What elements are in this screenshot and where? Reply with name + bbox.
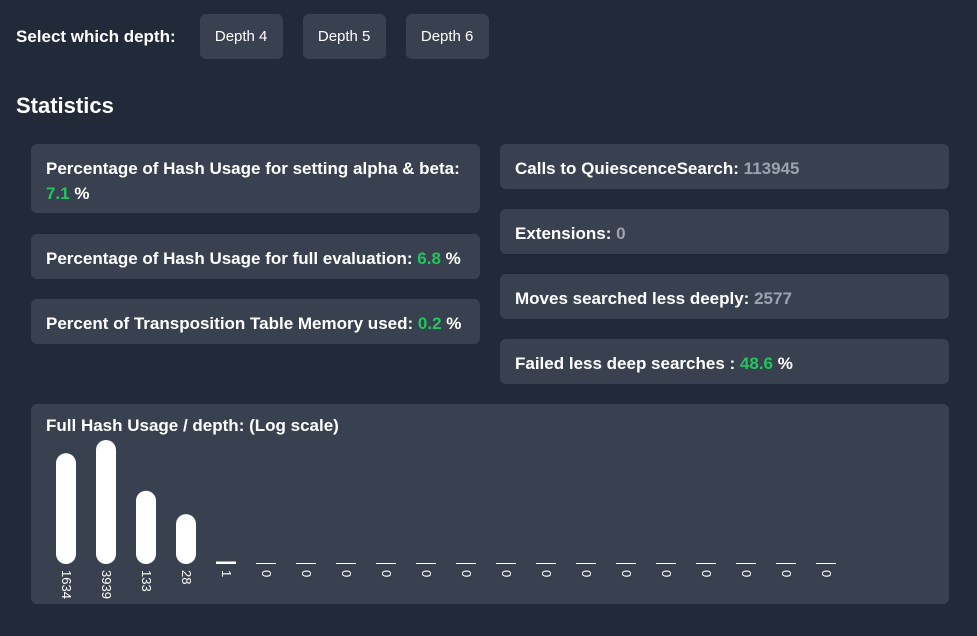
chart-bar-2 (96, 440, 116, 564)
quiescence-calls-value: 113945 (743, 159, 800, 178)
chart-value-label-11: 0 (459, 570, 474, 577)
chart-value-label-2: 3939 (99, 570, 114, 599)
quiescence-calls-label: Calls to QuiescenceSearch: (515, 159, 739, 178)
chart-bar-1 (56, 453, 76, 564)
chart-bar-18 (736, 563, 756, 564)
depth-selector: Select which depth: Depth 4 Depth 5 Dept… (16, 14, 509, 59)
chart-value-label-20: 0 (819, 570, 834, 577)
chart-bar-7 (296, 563, 316, 564)
less-deep-moves-card: Moves searched less deeply: 2577 (500, 274, 949, 319)
failed-less-deep-card: Failed less deep searches : 48.6 % (500, 339, 949, 384)
chart-value-label-15: 0 (619, 570, 634, 577)
depth-4-button[interactable]: Depth 4 (199, 14, 283, 59)
chart-value-label-9: 0 (379, 570, 394, 577)
hash-full-eval-card: Percentage of Hash Usage for full evalua… (31, 234, 480, 279)
chart-value-label-10: 0 (419, 570, 434, 577)
tt-memory-value: 0.2 (417, 314, 442, 333)
chart-value-label-17: 0 (699, 570, 714, 577)
page: Select which depth: Depth 4 Depth 5 Dept… (0, 0, 977, 636)
hash-usage-chart: 1634 3939 133 28 1 0 0 0 0 0 0 0 0 0 0 0 0 0 0 0 (56, 440, 836, 599)
hash-alpha-beta-card: Percentage of Hash Usage for setting alp… (31, 144, 480, 213)
chart-value-label-12: 0 (499, 570, 514, 577)
chart-bar-8 (336, 563, 356, 564)
chart-bar-20 (816, 563, 836, 564)
chart-bar-14 (576, 563, 596, 564)
chart-value-label-4: 28 (179, 570, 194, 584)
hash-alpha-beta-value: 7.1 (46, 184, 70, 203)
extensions-label: Extensions: (515, 224, 612, 243)
chart-bar-17 (696, 563, 716, 564)
less-deep-moves-label: Moves searched less deeply: (515, 289, 750, 308)
chart-bar-19 (776, 563, 796, 564)
chart-bar-3 (136, 490, 156, 564)
depth-selector-label: Select which depth: (16, 26, 176, 46)
depth-6-button[interactable]: Depth 6 (405, 14, 489, 59)
quiescence-calls-card: Calls to QuiescenceSearch: 113945 (500, 144, 949, 189)
hash-full-eval-unit: % (445, 249, 461, 268)
tt-memory-card: Percent of Transposition Table Memory us… (31, 299, 480, 344)
failed-less-deep-label: Failed less deep searches : (515, 354, 736, 373)
hash-alpha-beta-label: Percentage of Hash Usage for setting alp… (46, 159, 460, 178)
chart-value-label-18: 0 (739, 570, 754, 577)
depth-5-button[interactable]: Depth 5 (302, 14, 386, 59)
chart-value-label-7: 0 (299, 570, 314, 577)
chart-value-label-3: 133 (139, 570, 154, 592)
chart-value-label-16: 0 (659, 570, 674, 577)
chart-bar-6 (256, 563, 276, 564)
hash-alpha-beta-unit: % (74, 184, 90, 203)
chart-bar-15 (616, 563, 636, 564)
extensions-card: Extensions: 0 (500, 209, 949, 254)
chart-value-label-14: 0 (579, 570, 594, 577)
failed-less-deep-unit: % (777, 354, 793, 373)
hash-full-eval-value: 6.8 (417, 249, 441, 268)
chart-bar-16 (656, 563, 676, 564)
less-deep-moves-value: 2577 (754, 289, 792, 308)
statistics-title: Statistics (16, 93, 114, 118)
failed-less-deep-value: 48.6 (739, 354, 773, 373)
chart-value-label-8: 0 (339, 570, 354, 577)
chart-value-label-1: 1634 (59, 570, 74, 599)
chart-value-label-5: 1 (219, 570, 234, 577)
chart-value-label-6: 0 (259, 570, 274, 577)
chart-bar-4 (176, 514, 196, 564)
hash-full-eval-label: Percentage of Hash Usage for full evalua… (46, 249, 413, 268)
hash-usage-chart-card: Full Hash Usage / depth: (Log scale) 163… (31, 404, 949, 604)
chart-bar-5 (216, 561, 236, 564)
chart-bar-11 (456, 563, 476, 564)
chart-bar-9 (376, 563, 396, 564)
tt-memory-label: Percent of Transposition Table Memory us… (46, 314, 414, 333)
extensions-value: 0 (616, 224, 626, 243)
chart-bar-10 (416, 563, 436, 564)
chart-bar-13 (536, 563, 556, 564)
chart-bar-12 (496, 563, 516, 564)
chart-value-label-13: 0 (539, 570, 554, 577)
chart-value-label-19: 0 (779, 570, 794, 577)
tt-memory-unit: % (446, 314, 462, 333)
